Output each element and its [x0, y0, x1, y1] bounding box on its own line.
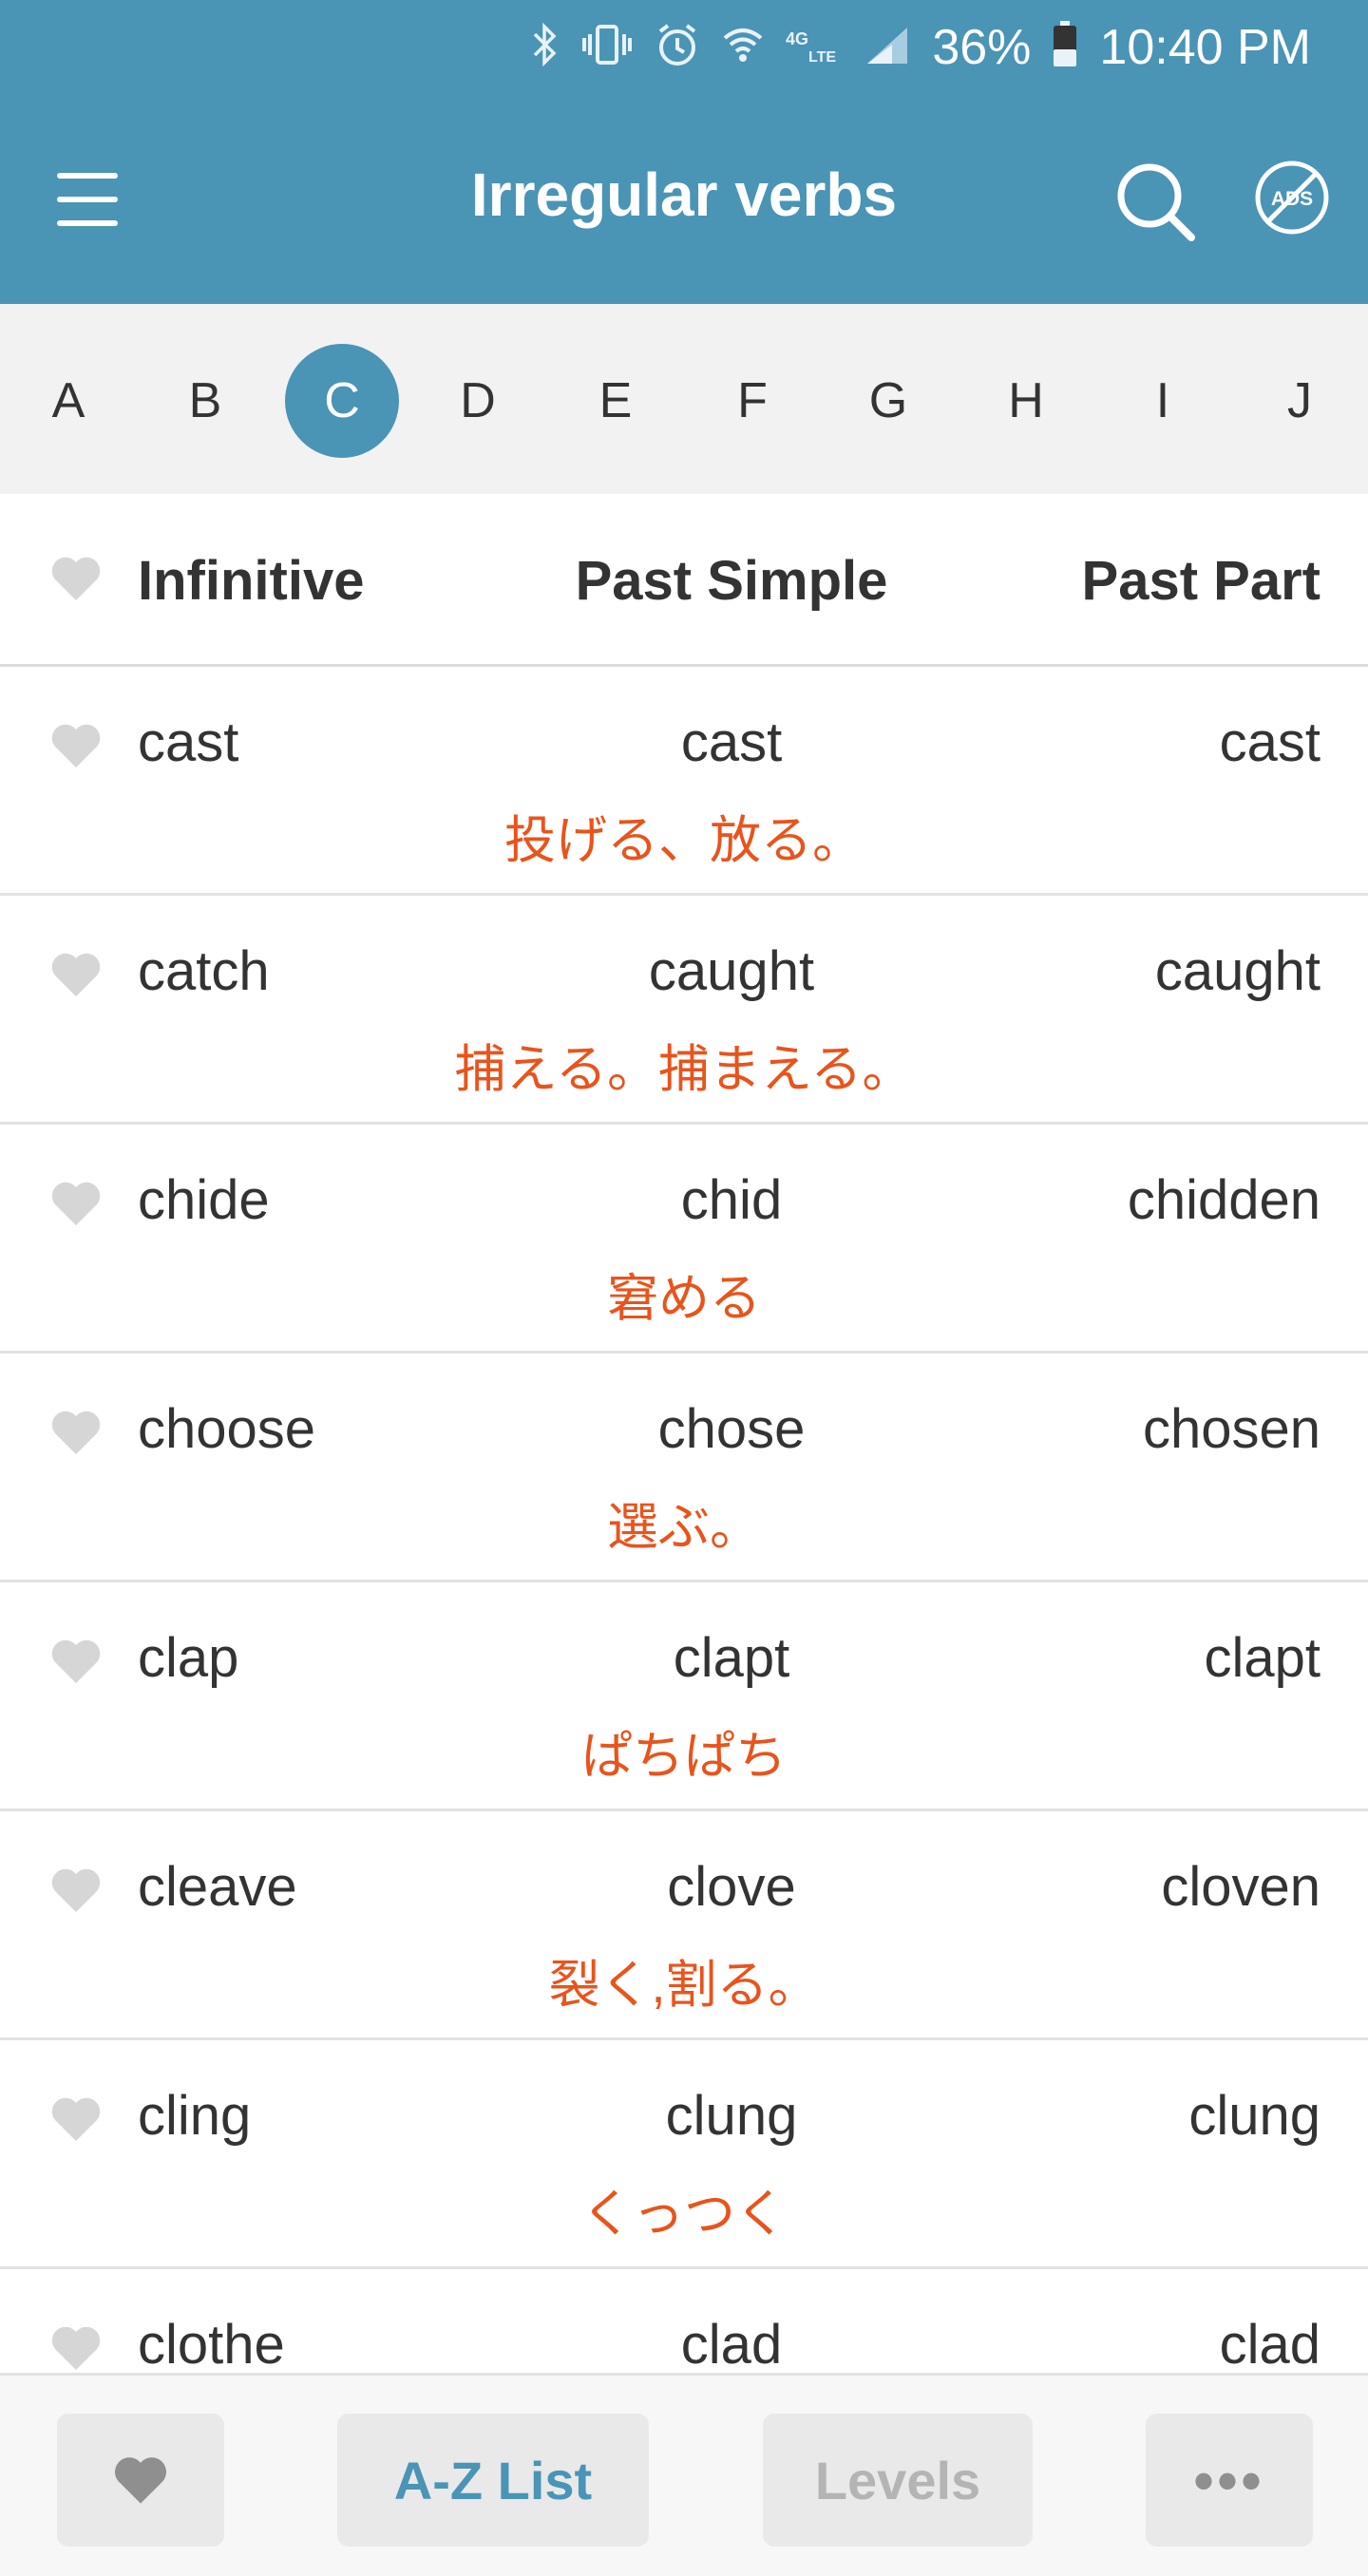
heart-icon[interactable] — [49, 722, 103, 769]
past-participle: clapt — [1204, 1627, 1320, 1689]
past-participle: cast — [1219, 711, 1320, 773]
translation: 投げる、放る。 — [504, 812, 864, 869]
infinitive: chide — [138, 1169, 270, 1231]
translation: 選ぶ。 — [607, 1499, 761, 1556]
heart-icon[interactable] — [49, 1866, 103, 1914]
battery-percent: 36% — [932, 20, 1032, 75]
heart-icon[interactable] — [49, 2095, 103, 2143]
levels-tab[interactable]: Levels — [763, 2414, 1033, 2547]
wifi-icon — [721, 23, 765, 73]
favorites-tab[interactable] — [57, 2414, 224, 2547]
search-button[interactable] — [1112, 158, 1197, 243]
past-simple: clove — [667, 1856, 796, 1918]
past-participle: chidden — [1127, 1169, 1320, 1231]
top-bar: 4GLTE 36% 10:40 PM Irregular verbs ADS — [0, 0, 1368, 304]
past-participle: chosen — [1142, 1398, 1320, 1460]
heart-icon[interactable] — [49, 1180, 103, 1227]
heart-icon[interactable] — [49, 951, 103, 998]
letter-g[interactable]: G — [831, 344, 945, 458]
header-past-simple[interactable]: Past Simple — [475, 549, 988, 613]
letter-j[interactable]: J — [1243, 344, 1357, 458]
table-row[interactable]: cleave clove cloven 裂く,割る。 — [0, 1811, 1368, 2040]
vibrate-icon — [580, 23, 634, 73]
more-tab[interactable]: ••• — [1146, 2414, 1313, 2547]
translation: 捕える。捕まえる。 — [454, 1041, 914, 1098]
infinitive: clothe — [138, 2314, 285, 2373]
heart-icon[interactable] — [49, 2324, 103, 2372]
signal-icon — [864, 24, 911, 72]
translation: くっつく — [581, 2186, 787, 2243]
verb-list: cast cast cast 投げる、放る。 catch caught caug… — [0, 667, 1368, 2373]
header-past-participle[interactable]: Past Part — [1082, 549, 1320, 613]
svg-text:4G: 4G — [786, 29, 808, 48]
past-simple: chose — [657, 1398, 806, 1460]
bottom-tab-bar: A-Z List Levels ••• — [0, 2373, 1368, 2576]
heart-icon[interactable] — [49, 1638, 103, 1685]
table-row[interactable]: cling clung clung くっつく — [0, 2040, 1368, 2269]
past-simple: caught — [648, 940, 815, 1002]
heart-icon — [114, 2457, 167, 2504]
lte-icon: 4G LTE — [786, 26, 843, 70]
past-participle: clung — [1188, 2085, 1320, 2147]
heart-icon[interactable] — [49, 1409, 103, 1456]
infinitive: cast — [138, 711, 239, 773]
translation: 窘める — [607, 1270, 761, 1327]
past-simple: clad — [680, 2314, 783, 2373]
infinitive: choose — [138, 1398, 316, 1460]
table-row[interactable]: choose chose chosen 選ぶ。 — [0, 1354, 1368, 1582]
past-simple: chid — [680, 1169, 783, 1231]
remove-ads-button[interactable]: ADS — [1252, 158, 1332, 237]
alphabet-bar: A B C D E F G H I J — [0, 304, 1368, 494]
status-bar: 4G LTE 36% 10:40 PM — [0, 0, 1368, 95]
translation: 裂く,割る。 — [548, 1957, 820, 2014]
letter-a[interactable]: A — [11, 344, 125, 458]
table-row[interactable]: chide chid chidden 窘める — [0, 1125, 1368, 1354]
header-infinitive[interactable]: Infinitive — [138, 549, 364, 613]
past-participle: cloven — [1161, 1856, 1320, 1918]
infinitive: catch — [138, 940, 270, 1002]
letter-i[interactable]: I — [1106, 344, 1220, 458]
alarm-icon — [655, 22, 700, 74]
translation: ぱちぱち — [581, 1728, 787, 1785]
infinitive: clap — [138, 1627, 239, 1689]
no-ads-icon: ADS — [1255, 161, 1329, 235]
infinitive: cleave — [138, 1856, 297, 1918]
table-row[interactable]: clothe clad clad — [0, 2269, 1368, 2373]
battery-icon — [1052, 20, 1078, 75]
table-row[interactable]: clap clapt clapt ぱちぱち — [0, 1582, 1368, 1811]
search-icon — [1117, 163, 1195, 241]
letter-d[interactable]: D — [421, 344, 535, 458]
app-bar: Irregular verbs ADS — [0, 123, 1368, 275]
past-participle: caught — [1154, 940, 1320, 1002]
svg-text:LTE: LTE — [808, 49, 836, 64]
letter-b[interactable]: B — [148, 344, 262, 458]
past-simple: cast — [680, 711, 783, 773]
az-list-tab[interactable]: A-Z List — [337, 2414, 649, 2547]
table-header: Infinitive Past Simple Past Part — [0, 494, 1368, 667]
table-row[interactable]: cast cast cast 投げる、放る。 — [0, 667, 1368, 896]
bluetooth-icon — [531, 22, 560, 73]
clock-time: 10:40 PM — [1099, 20, 1311, 75]
letter-e[interactable]: E — [559, 344, 673, 458]
letter-h[interactable]: H — [969, 344, 1083, 458]
heart-icon[interactable] — [49, 555, 103, 602]
past-simple: clapt — [673, 1627, 790, 1689]
letter-c[interactable]: C — [285, 344, 399, 458]
infinitive: cling — [138, 2085, 252, 2147]
letter-f[interactable]: F — [695, 344, 809, 458]
table-row[interactable]: catch caught caught 捕える。捕まえる。 — [0, 896, 1368, 1125]
past-simple: clung — [665, 2085, 798, 2147]
past-participle: clad — [1219, 2314, 1320, 2373]
